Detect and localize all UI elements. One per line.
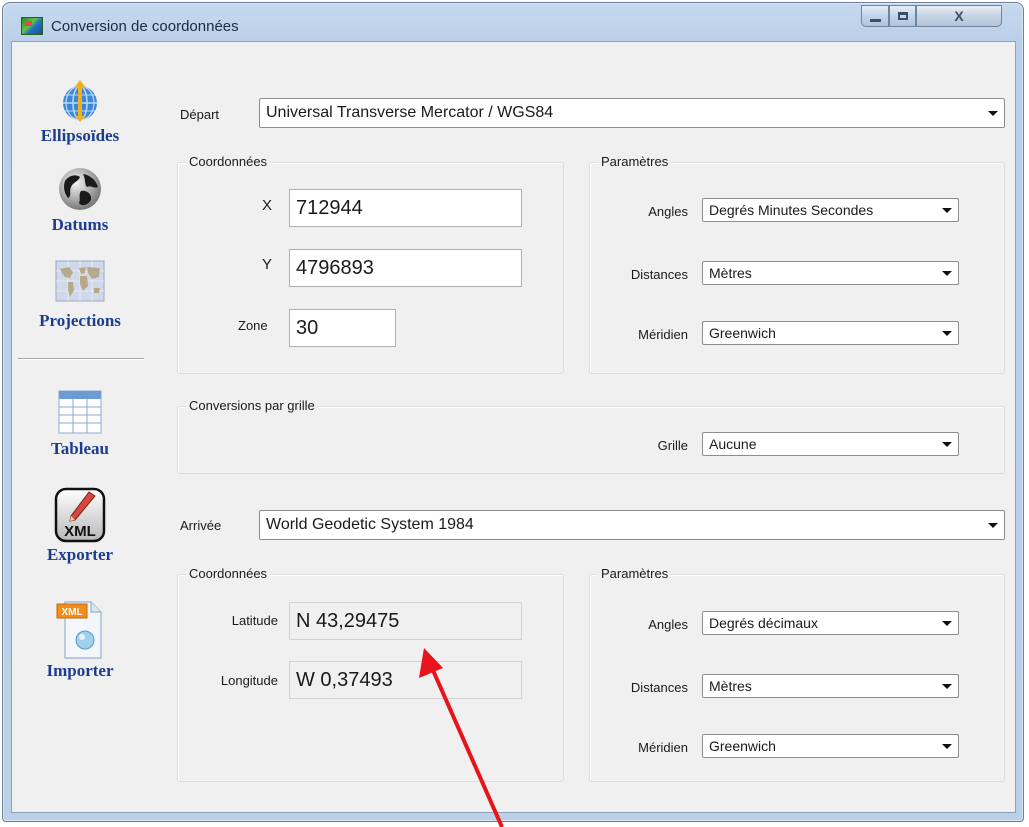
annotation-arrow-icon [419,648,504,827]
